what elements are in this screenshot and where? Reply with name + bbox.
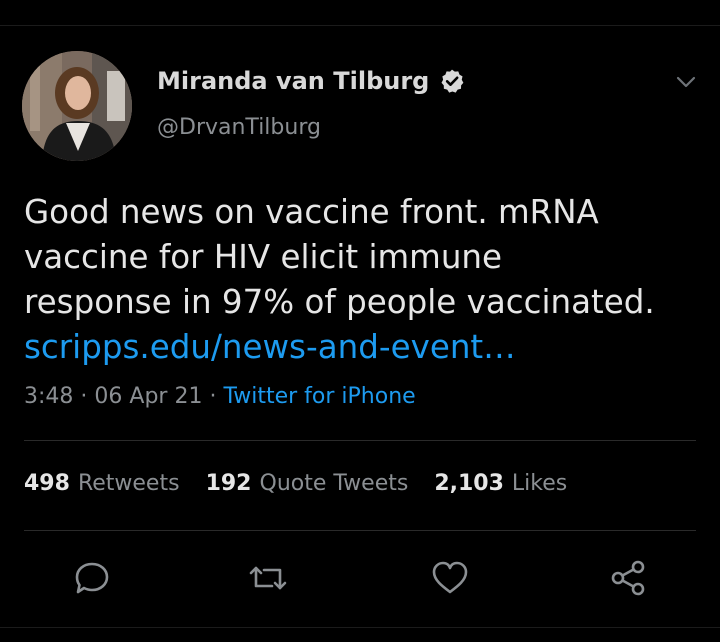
divider [24, 530, 696, 531]
tweet-text-line: Good news on vaccine front. mRNA [24, 193, 599, 231]
tweet-source[interactable]: Twitter for iPhone [223, 384, 415, 409]
quote-tweets-stat[interactable]: 192 Quote Tweets [206, 471, 409, 496]
top-divider [0, 25, 720, 26]
retweets-stat[interactable]: 498 Retweets [24, 471, 180, 496]
tweet-link[interactable]: scripps.edu/news-and-event… [24, 325, 704, 370]
verified-badge-icon [441, 69, 464, 93]
author-name[interactable]: Miranda van Tilburg [157, 67, 429, 95]
retweets-count: 498 [24, 471, 70, 496]
reply-icon[interactable] [72, 558, 112, 598]
meta-separator: · [209, 384, 217, 409]
tweet-text: Good news on vaccine front. mRNA vaccine… [24, 190, 704, 370]
likes-label: Likes [511, 471, 568, 496]
divider [24, 440, 696, 441]
avatar-image [22, 51, 132, 161]
tweet-stats: 498 Retweets 192 Quote Tweets 2,103 Likes [24, 471, 593, 496]
like-icon[interactable] [430, 558, 470, 598]
quotes-label: Quote Tweets [259, 471, 409, 496]
share-icon[interactable] [608, 558, 648, 598]
tweet-meta: 3:48 · 06 Apr 21 · Twitter for iPhone [24, 384, 416, 409]
tweet-time: 3:48 [24, 384, 74, 409]
tweet-text-line: response in 97% of people vaccinated. [24, 283, 655, 321]
chevron-down-icon[interactable] [674, 70, 698, 94]
tweet-date: 06 Apr 21 [94, 384, 203, 409]
author-name-row[interactable]: Miranda van Tilburg [157, 67, 465, 95]
avatar[interactable] [22, 51, 132, 161]
tweet-text-line: vaccine for HIV elicit immune [24, 238, 503, 276]
likes-stat[interactable]: 2,103 Likes [434, 471, 567, 496]
quotes-count: 192 [205, 471, 252, 496]
retweets-label: Retweets [77, 471, 180, 496]
bottom-divider [0, 627, 720, 628]
meta-separator: · [80, 384, 88, 409]
author-handle[interactable]: @DrvanTilburg [157, 115, 321, 140]
retweet-icon[interactable] [248, 558, 288, 598]
likes-count: 2,103 [434, 471, 504, 496]
